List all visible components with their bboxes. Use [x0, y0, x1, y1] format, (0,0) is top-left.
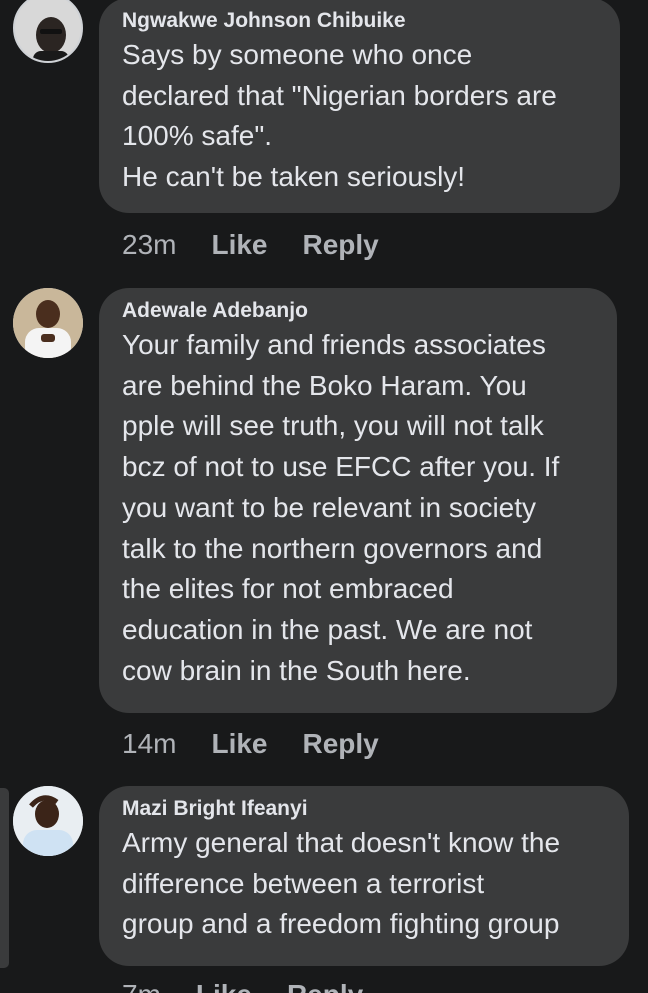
comment-text-line: Your family and friends associates — [122, 329, 546, 360]
like-button[interactable]: Like — [211, 228, 267, 262]
reply-button[interactable]: Reply — [303, 727, 379, 761]
comment-timestamp[interactable]: 14m — [122, 727, 176, 761]
reply-thread-line — [0, 788, 9, 968]
comment-text-line: the elites for not embraced — [122, 573, 454, 605]
comment-text-line: difference between a terrorist — [122, 867, 485, 899]
comment-timestamp[interactable]: 23m — [122, 228, 176, 262]
comment-bubble[interactable]: Adewale Adebanjo Your family and friends… — [99, 288, 617, 713]
like-button[interactable]: Like — [196, 978, 252, 993]
comment-actions: 7m Like Reply — [122, 978, 363, 993]
comment-text-line: Says by someone who once — [122, 39, 473, 70]
profile-photo-icon — [13, 288, 83, 358]
comment-bubble[interactable]: Ngwakwe Johnson Chibuike Says by someone… — [99, 0, 620, 213]
comment-text-line: group and a freedom fighting group — [122, 908, 560, 940]
comment-text-line: He can't be taken seriously! — [122, 161, 466, 193]
comment-text-line: cow brain in the South here. — [122, 654, 471, 686]
comment-author[interactable]: Adewale Adebanjo — [122, 298, 595, 324]
comment-text: Your family and friends associates are b… — [122, 325, 595, 691]
reply-button[interactable]: Reply — [287, 978, 363, 993]
comment-text-line: 100% safe". — [122, 120, 273, 152]
avatar[interactable] — [13, 786, 83, 856]
reply-button[interactable]: Reply — [303, 228, 379, 262]
comment-text-line: declared that "Nigerian borders are — [122, 79, 557, 111]
comment-text-line: you want to be relevant in society — [122, 491, 537, 523]
like-button[interactable]: Like — [211, 727, 267, 761]
comments-feed: Ngwakwe Johnson Chibuike Says by someone… — [0, 0, 648, 993]
comment-text-line: talk to the northern governors and — [122, 532, 543, 564]
comment-text: Says by someone who once declared that "… — [122, 35, 598, 198]
comment-text-line: are behind the Boko Haram. You — [122, 369, 527, 401]
comment-text-line: bcz of not to use EFCC after you. If — [122, 451, 560, 483]
comment-text-line: Army general that doesn't know the — [122, 827, 561, 858]
profile-photo-icon — [13, 786, 83, 856]
profile-photo-icon — [15, 0, 81, 61]
avatar[interactable] — [13, 288, 83, 358]
comment-author[interactable]: Ngwakwe Johnson Chibuike — [122, 8, 598, 34]
comment-actions: 14m Like Reply — [122, 727, 379, 761]
comment-text-line: pple will see truth, you will not talk — [122, 410, 544, 442]
comment-author[interactable]: Mazi Bright Ifeanyi — [122, 796, 607, 822]
comment-timestamp[interactable]: 7m — [122, 978, 161, 993]
comment-actions: 23m Like Reply — [122, 228, 379, 262]
avatar[interactable] — [13, 0, 83, 63]
comment-text: Army general that doesn't know the diffe… — [122, 823, 607, 945]
comment-text-line: education in the past. We are not — [122, 613, 533, 645]
comment-bubble[interactable]: Mazi Bright Ifeanyi Army general that do… — [99, 786, 629, 966]
